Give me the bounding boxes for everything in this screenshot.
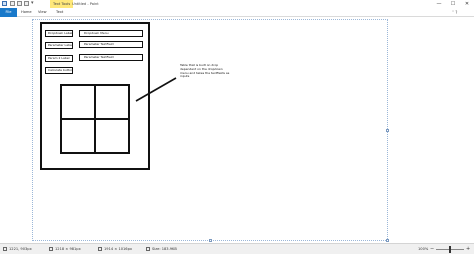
status-bar: 1221, 903px 1218 × 981px 1914 × 1016px S…	[0, 243, 474, 254]
zoom-slider-thumb[interactable]	[449, 246, 451, 253]
disk-icon	[146, 247, 150, 251]
file-size: Size: 183.9KB	[146, 244, 177, 254]
annotation-note: Table that is built on drop dependent on…	[180, 63, 230, 79]
zoom-level: 100%	[418, 247, 429, 251]
zoom-in-button[interactable]: +	[466, 244, 470, 254]
annotation-pointer-line	[135, 77, 177, 102]
canvas-size: 1914 × 1016px	[98, 244, 132, 254]
cursor-position: 1221, 903px	[3, 244, 32, 254]
selection-icon	[49, 247, 53, 251]
canvas-size-icon	[98, 247, 102, 251]
zoom-out-button[interactable]: −	[430, 244, 434, 254]
cursor-icon	[3, 247, 7, 251]
selection-size: 1218 × 981px	[49, 244, 81, 254]
